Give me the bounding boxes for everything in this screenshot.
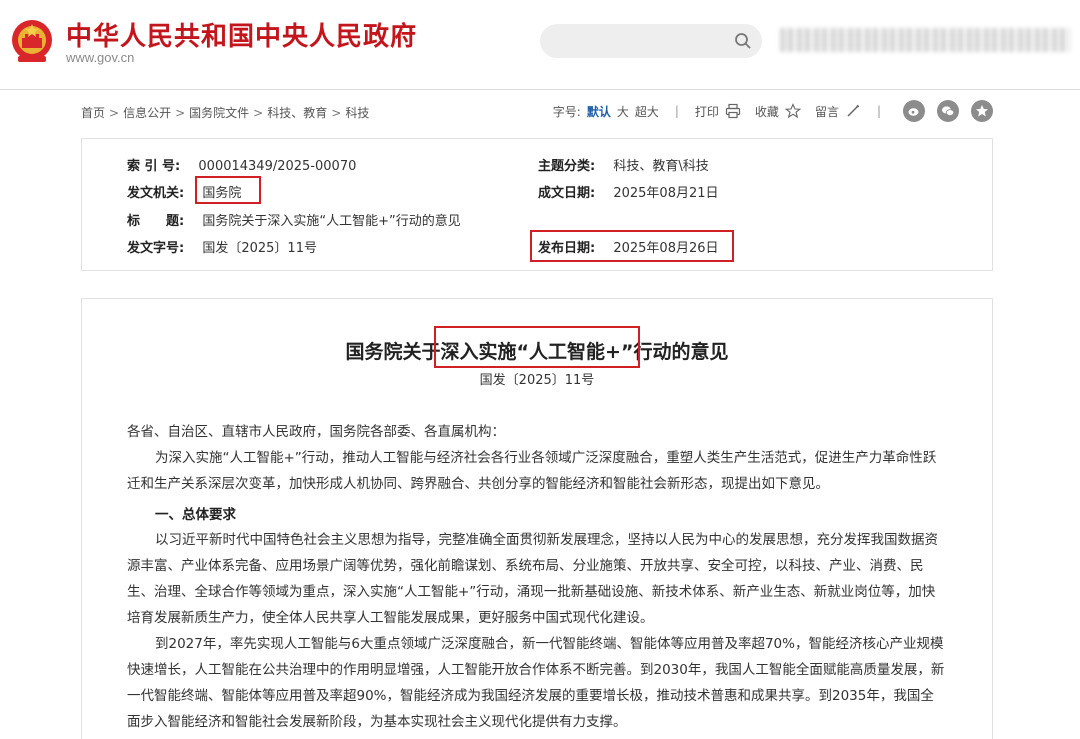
title-label: 标 题: bbox=[127, 214, 185, 229]
info-written-row: 成文日期: 2025年08月21日 bbox=[538, 182, 719, 201]
search-icon[interactable] bbox=[734, 32, 752, 50]
breadcrumb-separator: > bbox=[253, 105, 264, 120]
topic-label: 主题分类: bbox=[538, 159, 596, 174]
article-doc-number: 国发〔2025〕11号 bbox=[479, 373, 595, 388]
breadcrumb-item-home[interactable]: 首页 bbox=[81, 104, 105, 121]
info-docno-row: 发文字号: 国发〔2025〕11号 bbox=[127, 237, 317, 256]
site-title[interactable]: 中华人民共和国中央人民政府 bbox=[66, 16, 417, 53]
written-date-label: 成文日期: bbox=[538, 186, 596, 201]
highlight-box-published bbox=[530, 230, 734, 262]
star-icon[interactable] bbox=[971, 100, 993, 122]
font-size-label: 字号: bbox=[552, 104, 581, 119]
divider: | bbox=[674, 104, 679, 118]
breadcrumb-separator: > bbox=[109, 105, 120, 120]
font-xlarge-button[interactable]: 超大 bbox=[635, 103, 659, 120]
breadcrumb-toolbar: 首页 > 信息公开 > 国务院文件 > 科技、教育 > 科技 字号: 默认 大 超大 |… bbox=[81, 100, 993, 124]
breadcrumb-separator: > bbox=[331, 105, 342, 120]
font-large-button[interactable]: 大 bbox=[617, 103, 629, 120]
paragraph-1: 以习近平新时代中国特色社会主义思想为指导，完整准确全面贯彻新发展理念，坚持以人民… bbox=[127, 532, 938, 626]
breadcrumb-item-sci[interactable]: 科技 bbox=[345, 104, 369, 121]
article-body: 国务院关于深入实施“人工智能+”行动的意见 国发〔2025〕11号 各省、自治区… bbox=[81, 298, 993, 739]
docno-label: 发文字号: bbox=[127, 241, 185, 256]
topic-value: 科技、教育\科技 bbox=[613, 159, 709, 174]
info-index-row: 索 引 号: 000014349/2025-00070 bbox=[127, 155, 356, 174]
divider: | bbox=[876, 104, 881, 118]
document-info-table: 索 引 号: 000014349/2025-00070 发文机关: 国务院 标 … bbox=[81, 138, 993, 271]
page-tools: 字号: 默认 大 超大 | 打印 收藏 留言 | bbox=[553, 100, 993, 122]
section-heading-1: 一、总体要求 bbox=[155, 507, 236, 523]
site-header: 中华人民共和国中央人民政府 www.gov.cn bbox=[0, 0, 1080, 90]
highlight-box-title bbox=[434, 326, 640, 368]
article-title-prefix: 国务院关于 bbox=[345, 341, 441, 363]
docno-value: 国发〔2025〕11号 bbox=[202, 241, 317, 256]
search-input[interactable] bbox=[540, 24, 762, 58]
index-label: 索 引 号: bbox=[127, 159, 181, 174]
issuer-label: 发文机关: bbox=[127, 186, 185, 201]
comment-button[interactable]: 留言 bbox=[815, 103, 839, 120]
printer-icon[interactable] bbox=[725, 103, 741, 119]
intro-paragraph: 为深入实施“人工智能+”行动，推动人工智能与经济社会各行业各领域广泛深度融合，重… bbox=[127, 450, 937, 492]
paragraph-2: 到2027年，率先实现人工智能与6大重点领域广泛深度融合，新一代智能终端、智能体… bbox=[127, 636, 945, 730]
index-value: 000014349/2025-00070 bbox=[198, 159, 357, 174]
weibo-icon[interactable] bbox=[903, 100, 925, 122]
breadcrumb: 首页 > 信息公开 > 国务院文件 > 科技、教育 > 科技 bbox=[81, 104, 369, 121]
info-title-row: 标 题: 国务院关于深入实施“人工智能+”行动的意见 bbox=[127, 210, 461, 229]
breadcrumb-separator: > bbox=[175, 105, 186, 120]
pencil-icon[interactable] bbox=[845, 103, 861, 119]
wechat-icon[interactable] bbox=[937, 100, 959, 122]
print-button[interactable]: 打印 bbox=[695, 103, 719, 120]
site-url[interactable]: www.gov.cn bbox=[66, 50, 134, 65]
info-topic-row: 主题分类: 科技、教育\科技 bbox=[538, 155, 709, 174]
salutation: 各省、自治区、直辖市人民政府，国务院各部委、各直属机构： bbox=[127, 424, 505, 440]
highlight-box-issuer bbox=[195, 176, 261, 204]
star-outline-icon[interactable] bbox=[784, 103, 801, 119]
article-title-suffix: 行动的意见 bbox=[633, 341, 729, 363]
breadcrumb-item-sci-edu[interactable]: 科技、教育 bbox=[267, 104, 327, 121]
breadcrumb-item-info[interactable]: 信息公开 bbox=[123, 104, 171, 121]
blurred-header-links bbox=[780, 28, 1070, 52]
favorite-button[interactable]: 收藏 bbox=[755, 103, 779, 120]
national-emblem-icon[interactable] bbox=[10, 18, 54, 64]
font-default-button[interactable]: 默认 bbox=[587, 103, 611, 120]
title-value: 国务院关于深入实施“人工智能+”行动的意见 bbox=[202, 214, 461, 229]
breadcrumb-item-docs[interactable]: 国务院文件 bbox=[189, 104, 249, 121]
written-date-value: 2025年08月21日 bbox=[613, 186, 719, 201]
